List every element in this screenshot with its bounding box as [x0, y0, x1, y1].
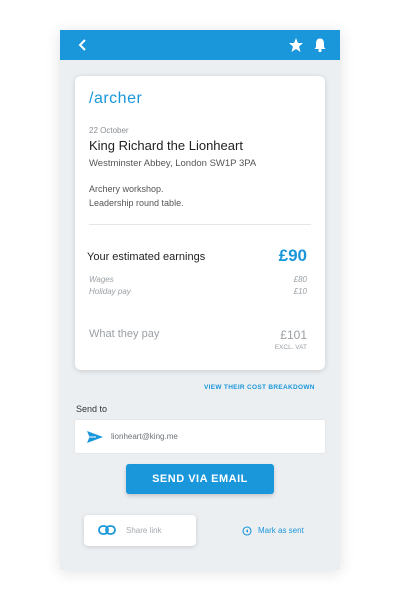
- earnings-label: Your estimated earnings: [87, 251, 206, 263]
- earnings-value: £90: [278, 246, 307, 265]
- they-pay-note: EXCL. VAT: [274, 344, 307, 351]
- they-pay-value: £101: [280, 328, 307, 342]
- star-icon[interactable]: [288, 37, 304, 53]
- share-link-button[interactable]: Share link: [84, 515, 196, 546]
- description-line: Leadership round table.: [89, 198, 184, 208]
- check-circle-icon: [242, 526, 252, 536]
- event-title: King Richard the Lionheart: [89, 138, 243, 153]
- email-field[interactable]: lionheart@king.me: [75, 420, 325, 453]
- booking-card: /archer 22 October King Richard the Lion…: [75, 76, 325, 370]
- wages-value: £80: [293, 275, 307, 284]
- send-icon: [87, 431, 103, 443]
- send-via-email-button[interactable]: SEND VIA EMAIL: [126, 464, 274, 494]
- send-to-label: Send to: [76, 404, 108, 414]
- app-screen: /archer 22 October King Richard the Lion…: [60, 30, 340, 570]
- holiday-pay-label: Holiday pay: [89, 287, 131, 296]
- brand-logo: /archer: [89, 90, 143, 107]
- link-icon: [98, 525, 116, 535]
- bell-icon[interactable]: [312, 37, 328, 53]
- divider: [89, 224, 311, 225]
- wages-label: Wages: [89, 275, 114, 284]
- mark-as-sent-label: Mark as sent: [258, 526, 304, 535]
- cost-breakdown-link[interactable]: VIEW THEIR COST BREAKDOWN: [204, 384, 315, 391]
- event-description: Archery workshop. Leadership round table…: [89, 182, 184, 210]
- chevron-left-icon[interactable]: [76, 38, 90, 52]
- event-address: Westminster Abbey, London SW1P 3PA: [89, 158, 257, 169]
- event-date: 22 October: [89, 126, 129, 135]
- they-pay-label: What they pay: [89, 328, 160, 340]
- top-bar: [60, 30, 340, 60]
- holiday-pay-value: £10: [293, 287, 307, 296]
- description-line: Archery workshop.: [89, 184, 164, 194]
- share-link-label: Share link: [126, 526, 162, 535]
- email-value: lionheart@king.me: [111, 432, 178, 441]
